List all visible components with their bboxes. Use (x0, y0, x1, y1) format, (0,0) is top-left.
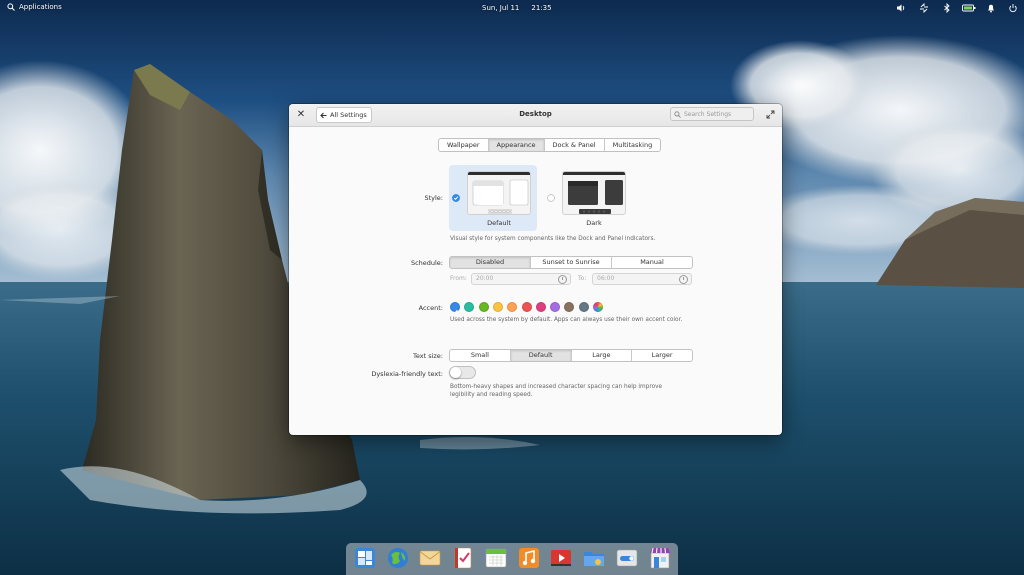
style-label: Style: (424, 194, 443, 202)
schedule-option-manual[interactable]: Manual (612, 257, 692, 268)
search-icon (674, 110, 681, 118)
files-icon[interactable] (583, 547, 605, 569)
system-settings-icon[interactable] (616, 547, 638, 569)
from-label: From: (450, 275, 467, 282)
tab-appearance[interactable]: Appearance (488, 139, 545, 151)
from-time-field[interactable]: 20:00 (471, 273, 571, 285)
dark-style-thumbnail (562, 171, 626, 215)
clock-icon (558, 275, 567, 284)
text-size-selector: Small Default Large Larger (449, 349, 693, 362)
network-icon[interactable] (919, 3, 929, 13)
to-time-field[interactable]: 06:00 (592, 273, 692, 285)
notifications-icon[interactable] (986, 3, 996, 13)
search-field[interactable] (670, 107, 754, 121)
style-option-default[interactable]: Default (449, 165, 537, 231)
checkmark-icon (452, 309, 458, 315)
schedule-selector: Disabled Sunset to Sunrise Manual (449, 256, 693, 269)
top-panel: Applications Sun, Jul 11 21:35 (0, 0, 1024, 16)
maximize-icon[interactable] (766, 110, 775, 119)
to-label: To: (578, 275, 587, 282)
videos-icon[interactable] (550, 547, 572, 569)
dyslexia-description-line-1: Bottom-heavy shapes and increased charac… (450, 384, 663, 390)
accent-swatch-mint[interactable] (464, 302, 475, 312)
applications-label: Applications (19, 3, 62, 11)
music-icon[interactable] (518, 547, 540, 569)
dyslexia-label: Dyslexia-friendly text: (371, 370, 443, 378)
tab-dock-panel[interactable]: Dock & Panel (545, 139, 605, 151)
tab-multitasking[interactable]: Multitasking (605, 139, 661, 151)
accent-label: Accent: (418, 304, 443, 312)
dyslexia-description: Bottom-heavy shapes and increased charac… (450, 383, 662, 399)
accent-swatch-cocoa[interactable] (564, 302, 575, 312)
dyslexia-switch[interactable] (449, 366, 476, 379)
radio-checked-icon[interactable] (452, 194, 460, 202)
style-name-dark: Dark (586, 219, 602, 227)
tasks-icon[interactable] (452, 547, 474, 569)
accent-description: Used across the system by default. Apps … (450, 317, 683, 323)
power-icon[interactable] (1008, 3, 1018, 13)
schedule-option-disabled[interactable]: Disabled (450, 257, 531, 268)
text-size-option-default[interactable]: Default (510, 350, 572, 361)
text-size-option-larger[interactable]: Larger (632, 350, 692, 361)
search-icon (7, 3, 15, 11)
accent-swatch-orange[interactable] (507, 302, 518, 312)
accent-swatch-grape[interactable] (550, 302, 561, 312)
clock-icon (679, 275, 688, 284)
date-label: Sun, Jul 11 (482, 4, 520, 12)
to-time-value: 06:00 (597, 275, 615, 282)
accent-swatch-bubblegum[interactable] (535, 302, 546, 312)
calendar-icon[interactable] (485, 547, 507, 569)
text-size-option-small[interactable]: Small (450, 350, 511, 361)
schedule-label: Schedule: (410, 259, 443, 267)
text-size-option-large[interactable]: Large (572, 350, 633, 361)
text-size-label: Text size: (412, 352, 443, 360)
style-name-default: Default (487, 219, 511, 227)
default-style-thumbnail (467, 171, 531, 215)
style-option-dark[interactable]: Dark (544, 165, 632, 231)
settings-window: ✕ All Settings Desktop Wallpaper Appeara… (289, 104, 782, 435)
schedule-option-sunset-to-sunrise[interactable]: Sunset to Sunrise (531, 257, 612, 268)
switch-knob (450, 367, 461, 378)
accent-swatch-strawberry[interactable] (521, 302, 532, 312)
from-time-value: 20:00 (476, 275, 494, 282)
mail-icon[interactable] (419, 547, 441, 569)
accent-swatch-slate[interactable] (578, 302, 589, 312)
time-label: 21:35 (531, 4, 552, 12)
dyslexia-description-line-2: legibility and reading speed. (450, 392, 533, 398)
headerbar: ✕ All Settings Desktop (289, 104, 782, 127)
accent-swatch-lime[interactable] (478, 302, 489, 312)
style-description: Visual style for system components like … (450, 236, 656, 242)
accent-swatch-banana[interactable] (492, 302, 503, 312)
applications-menu[interactable]: Applications (7, 3, 62, 11)
radio-unchecked-icon[interactable] (547, 194, 555, 202)
web-browser-icon[interactable] (387, 547, 409, 569)
datetime-indicator[interactable]: Sun, Jul 11 21:35 (482, 4, 552, 12)
tab-wallpaper[interactable]: Wallpaper (439, 139, 489, 151)
search-input[interactable] (684, 110, 750, 118)
multitasking-view-icon[interactable] (354, 547, 376, 569)
accent-swatch-auto[interactable] (593, 302, 603, 312)
accent-swatch-blueberry[interactable] (450, 302, 460, 315)
battery-icon[interactable] (962, 3, 976, 13)
view-switcher: Wallpaper Appearance Dock & Panel Multit… (438, 138, 662, 152)
bluetooth-icon[interactable] (942, 3, 952, 13)
volume-icon[interactable] (896, 3, 906, 13)
appcenter-icon[interactable] (649, 547, 671, 569)
